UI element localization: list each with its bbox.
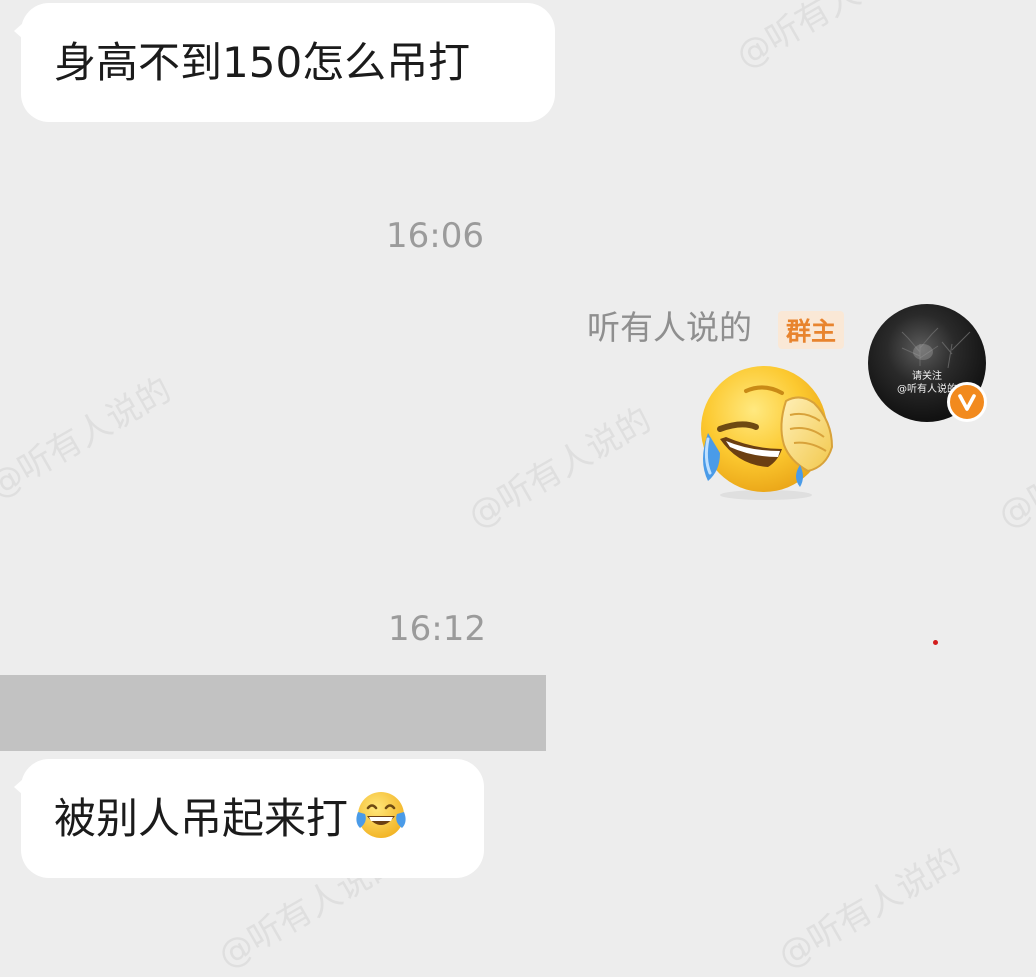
red-dot-marker <box>933 640 938 645</box>
message-text: 身高不到150怎么吊打 <box>54 37 471 87</box>
message-timestamp: 16:12 <box>388 609 486 649</box>
watermark: @听有人说的 <box>461 399 659 537</box>
group-owner-badge: 群主 <box>778 311 844 349</box>
message-timestamp: 16:06 <box>386 216 484 256</box>
avatar-caption: 请关注 <box>912 371 942 382</box>
received-message-bubble[interactable]: 身高不到150怎么吊打 <box>14 3 555 122</box>
sender-name: 听有人说的 <box>587 308 752 347</box>
tears-of-joy-emoji-icon <box>354 788 408 849</box>
message-text: 被别人吊起来打 <box>54 793 349 843</box>
verified-v-icon <box>947 382 987 422</box>
facepalm-laughing-emoji-icon[interactable] <box>694 363 842 507</box>
redacted-message-block <box>0 675 546 751</box>
watermark: @听有人说的 <box>0 369 179 507</box>
watermark: @听有人说的 <box>729 0 927 77</box>
received-message-bubble[interactable]: 被别人吊起来打 <box>14 759 484 878</box>
watermark: @听有人说的 <box>771 839 969 977</box>
watermark: @听有人说的 <box>991 399 1036 537</box>
